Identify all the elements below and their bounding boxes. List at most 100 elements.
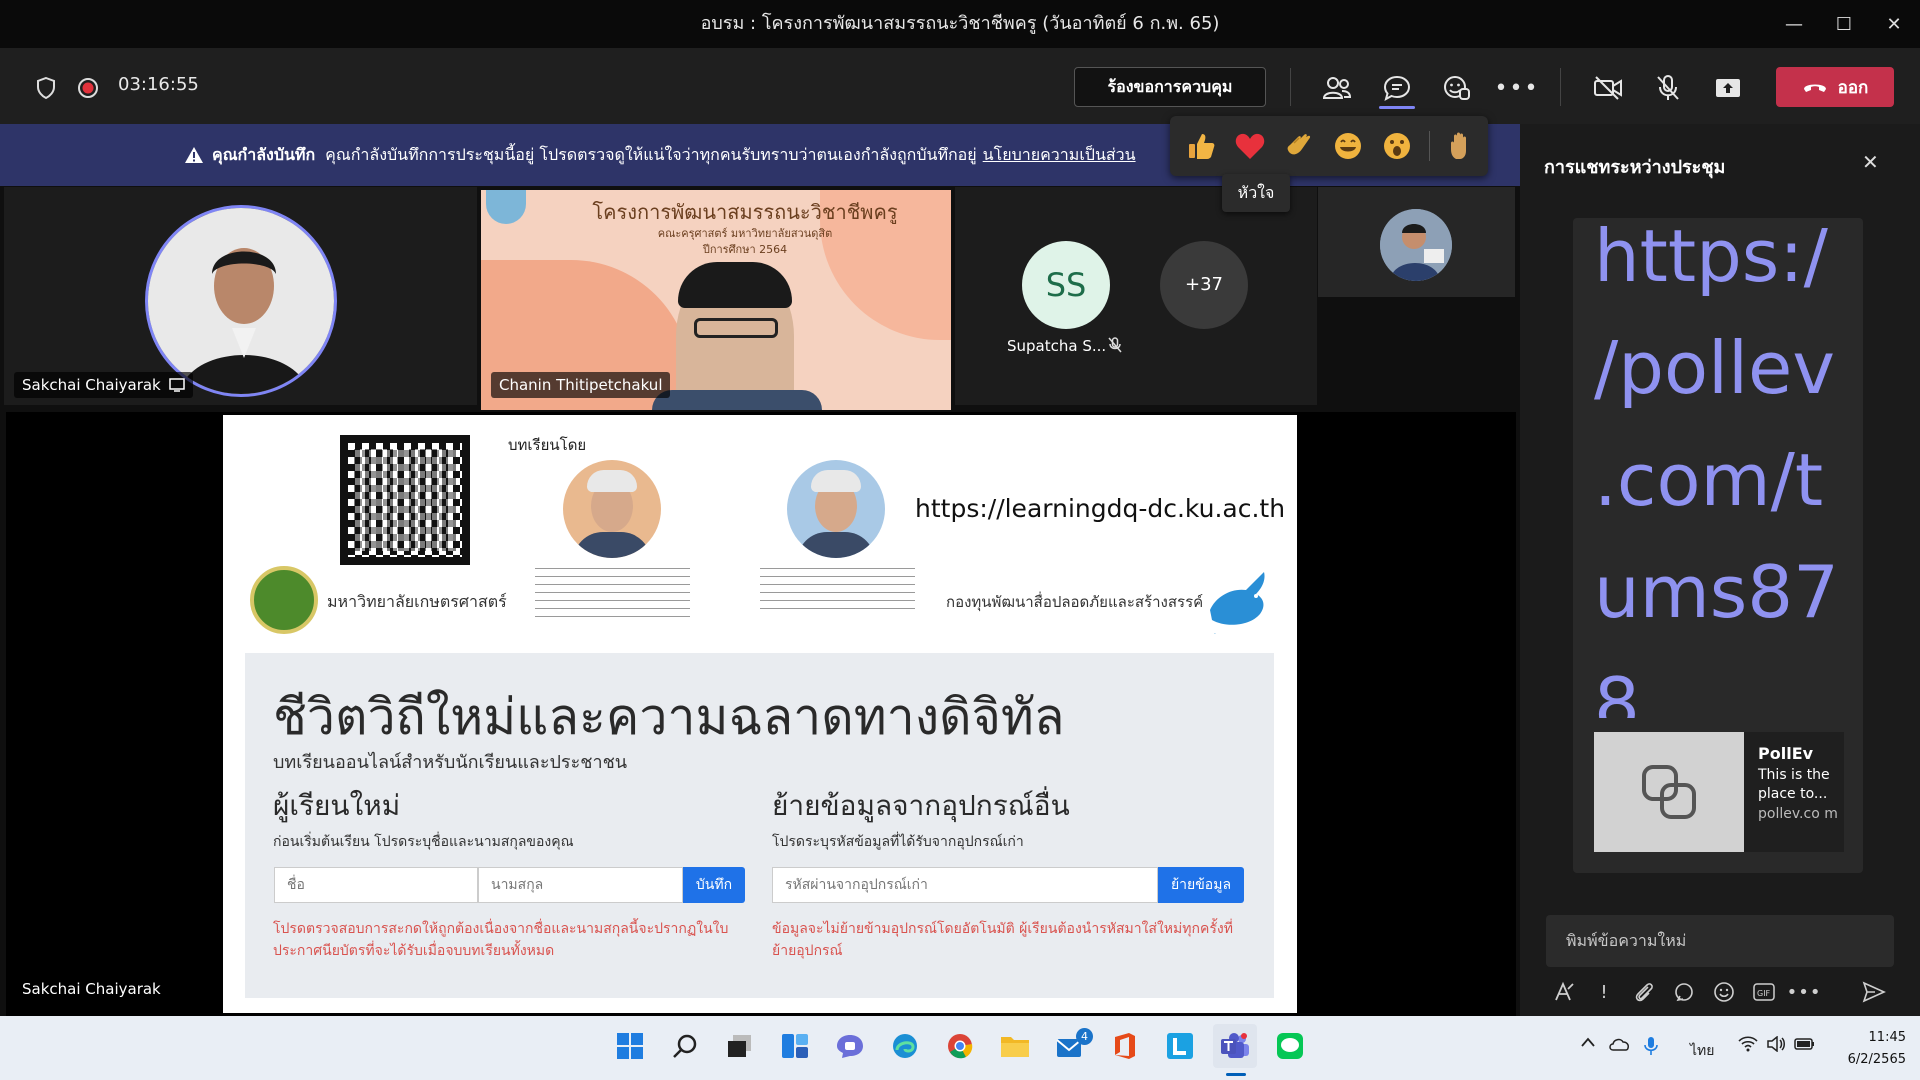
copy-icon [1642, 765, 1696, 819]
course-title: ชีวิตวิถีใหม่และความฉลาดทางดิจิทัล [273, 688, 1065, 746]
camera-off-icon[interactable] [1588, 70, 1628, 106]
presenter-name: Sakchai Chaiyarak [14, 976, 169, 1002]
privacy-policy-link[interactable]: นโยบายความเป็นส่วน [983, 143, 1136, 168]
reaction-tooltip: หัวใจ [1222, 174, 1290, 212]
heart-reaction-icon[interactable] [1233, 129, 1267, 163]
presenter-glasses [694, 318, 778, 338]
phone-hangup-icon [1803, 84, 1826, 92]
more-participants-button[interactable]: +37 [1160, 241, 1248, 329]
fund-dove-logo: . [1206, 566, 1272, 638]
attach-icon[interactable] [1630, 978, 1658, 1006]
maximize-button[interactable]: ☐ [1816, 0, 1872, 48]
microphone-tray-icon[interactable] [1644, 1036, 1658, 1060]
instructor-bio-text [535, 568, 690, 624]
format-icon[interactable] [1550, 978, 1578, 1006]
close-chat-icon[interactable]: ✕ [1862, 150, 1879, 174]
task-view-icon[interactable] [718, 1024, 762, 1068]
search-icon[interactable] [663, 1024, 707, 1068]
minimize-button[interactable]: — [1766, 0, 1822, 48]
name-spelling-warning: โปรดตรวจสอบการสะกดให้ถูกต้องเนื่องจากชื่… [273, 921, 729, 959]
meeting-timer: 03:16:55 [118, 74, 199, 95]
meeting-toolbar [0, 48, 1920, 124]
fund-name: กองทุนพัฒนาสื่อปลอดภัยและสร้างสรรค์ [946, 593, 1204, 611]
website-url: https://learningdq-dc.ku.ac.th [915, 494, 1286, 523]
chrome-icon[interactable] [938, 1024, 982, 1068]
window-title: อบรม : โครงการพัฒนาสมรรถนะวิชาชีพครู (วั… [700, 13, 1220, 34]
video-slide-year: ปีการศึกษา 2564 [702, 243, 788, 256]
surprised-reaction-icon[interactable] [1380, 129, 1414, 163]
screen-share-indicator-icon [169, 378, 185, 392]
reactions-icon[interactable] [1437, 70, 1477, 106]
onedrive-icon[interactable] [1608, 1036, 1630, 1056]
input-language[interactable]: ไทย [1690, 1040, 1714, 1062]
transfer-data-button[interactable]: ย้ายข้อมูล [1158, 867, 1244, 903]
link-preview-description: This is the place to... [1758, 767, 1830, 802]
transfer-data-heading: ย้ายข้อมูลจากอุปกรณ์อื่น [772, 789, 1070, 822]
more-compose-options-icon[interactable]: ••• [1787, 978, 1821, 1006]
more-options-icon[interactable]: ••• [1495, 70, 1538, 106]
mail-badge: 4 [1076, 1028, 1093, 1045]
teams-icon[interactable] [1213, 1024, 1257, 1068]
emoji-icon[interactable] [1710, 978, 1738, 1006]
banner-text: คุณกำลังบันทึกการประชุมนี้อยู่ โปรดตรวจด… [325, 144, 977, 164]
volume-icon[interactable] [1766, 1035, 1786, 1056]
request-control-button[interactable]: ร้องขอการควบคุม [1074, 67, 1266, 107]
send-icon[interactable] [1860, 978, 1888, 1006]
university-name: มหาวิทยาลัยเกษตรศาสตร์ [327, 592, 507, 611]
file-explorer-icon[interactable] [993, 1024, 1037, 1068]
raise-hand-icon[interactable] [1445, 129, 1479, 163]
app-l-icon[interactable] [1158, 1024, 1202, 1068]
chat-link[interactable]: https:/ /pollev .com/t ums87 8 [1594, 218, 1854, 718]
mic-off-icon[interactable] [1648, 70, 1688, 106]
line-icon[interactable] [1268, 1024, 1312, 1068]
presenter-hair [678, 262, 792, 308]
link-preview-title: PollEv [1758, 744, 1814, 763]
people-icon[interactable] [1317, 70, 1357, 106]
leave-label: ออก [1837, 77, 1869, 98]
course-subtitle: บทเรียนออนไลน์สำหรับนักเรียนและประชาชน [273, 752, 628, 773]
close-window-button[interactable]: ✕ [1866, 0, 1920, 48]
like-reaction-icon[interactable] [1184, 129, 1218, 163]
new-learner-description: ก่อนเริ่มต้นเรียน โปรดระบุชื่อและนามสกุล… [273, 834, 574, 850]
device-code-input[interactable]: รหัสผ่านจากอุปกรณ์เก่า [772, 867, 1158, 903]
teams-chat-icon[interactable] [828, 1024, 872, 1068]
avatar[interactable]: SS [1022, 241, 1110, 329]
office-icon[interactable] [1103, 1024, 1147, 1068]
chat-title: การแชทระหว่างประชุม [1544, 157, 1726, 178]
battery-icon[interactable] [1794, 1036, 1816, 1056]
recording-icon [68, 70, 108, 106]
chat-active-indicator [1379, 106, 1415, 109]
start-icon[interactable] [608, 1024, 652, 1068]
wifi-icon[interactable] [1738, 1036, 1758, 1056]
loop-icon[interactable] [1670, 978, 1698, 1006]
mic-muted-icon [1108, 337, 1122, 357]
avatar [145, 205, 337, 397]
important-icon[interactable]: ! [1590, 978, 1618, 1006]
qr-code-pattern [354, 449, 456, 551]
edge-icon[interactable] [883, 1024, 927, 1068]
warning-icon [185, 147, 203, 163]
save-button[interactable]: บันทึก [683, 867, 745, 903]
applause-reaction-icon[interactable] [1282, 129, 1316, 163]
first-name-input[interactable]: ชื่อ [274, 867, 478, 903]
laugh-reaction-icon[interactable] [1331, 129, 1365, 163]
participant-name: Chanin Thitipetchakul [491, 372, 671, 398]
instructor-bio-text [760, 568, 915, 616]
reactions-menu [1170, 116, 1488, 176]
tray-chevron-icon[interactable] [1580, 1036, 1596, 1052]
banner-heading: คุณกำลังบันทึก [212, 144, 316, 164]
lesson-by-label: บทเรียนโดย [508, 436, 587, 454]
reactions-divider [1429, 131, 1430, 161]
last-name-input[interactable]: นามสกุล [478, 867, 683, 903]
leave-button[interactable]: ออก [1776, 67, 1894, 107]
widgets-icon[interactable] [773, 1024, 817, 1068]
share-screen-icon[interactable] [1708, 70, 1748, 106]
chat-icon[interactable] [1377, 70, 1417, 106]
clock-time[interactable]: 11:45 [1846, 1030, 1906, 1045]
message-compose-box[interactable]: พิมพ์ข้อความใหม่ [1546, 915, 1894, 967]
gif-icon[interactable]: GIF [1750, 978, 1778, 1006]
toolbar-divider [1290, 68, 1291, 106]
transfer-data-description: โปรดระบุรหัสข้อมูลที่ได้รับจากอุปกรณ์เก่… [772, 834, 1024, 850]
shield-icon [26, 70, 66, 106]
clock-date[interactable]: 6/2/2565 [1830, 1052, 1906, 1067]
